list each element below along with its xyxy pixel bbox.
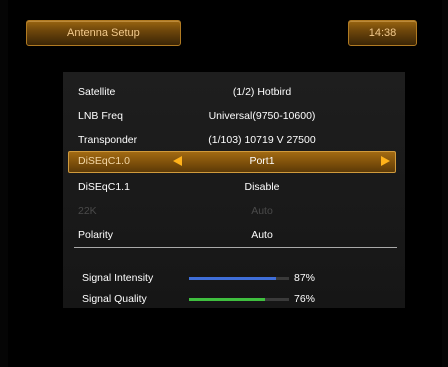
diseqc10-row[interactable]: DiSEqC1.0 Port1	[68, 151, 396, 173]
signal-intensity-fill	[189, 277, 276, 280]
diseqc10-value: Port1	[249, 155, 275, 167]
diseqc11-value: Disable	[244, 181, 280, 193]
signal-intensity-percent: 87%	[294, 272, 316, 284]
diseqc11-row[interactable]: DiSEqC1.1 Disable	[68, 177, 396, 197]
transponder-value: (1/103) 10719 V 27500	[208, 134, 316, 146]
polarity-value: Auto	[251, 229, 273, 241]
22k-row: 22K Auto	[68, 201, 396, 221]
page-title: Antenna Setup	[67, 27, 140, 39]
22k-value: Auto	[251, 205, 273, 217]
title-tab: Antenna Setup	[26, 20, 181, 46]
clock-tab: 14:38	[348, 20, 417, 46]
polarity-row[interactable]: Polarity Auto	[68, 225, 396, 245]
divider	[74, 247, 397, 248]
satellite-row[interactable]: Satellite (1/2) Hotbird	[68, 82, 396, 102]
signal-intensity-label: Signal Intensity	[82, 272, 154, 284]
arrow-right-icon[interactable]	[381, 156, 390, 166]
transponder-row[interactable]: Transponder (1/103) 10719 V 27500	[68, 130, 396, 150]
clock-time: 14:38	[368, 27, 397, 39]
signal-quality-label: Signal Quality	[82, 293, 147, 305]
signal-quality-percent: 76%	[294, 293, 316, 305]
lnb-freq-value: Universal(9750-10600)	[208, 110, 316, 122]
satellite-value: (1/2) Hotbird	[232, 86, 292, 98]
lnb-freq-row[interactable]: LNB Freq Universal(9750-10600)	[68, 106, 396, 126]
signal-intensity-bar	[189, 277, 289, 280]
signal-quality-fill	[189, 298, 265, 301]
signal-quality-bar	[189, 298, 289, 301]
